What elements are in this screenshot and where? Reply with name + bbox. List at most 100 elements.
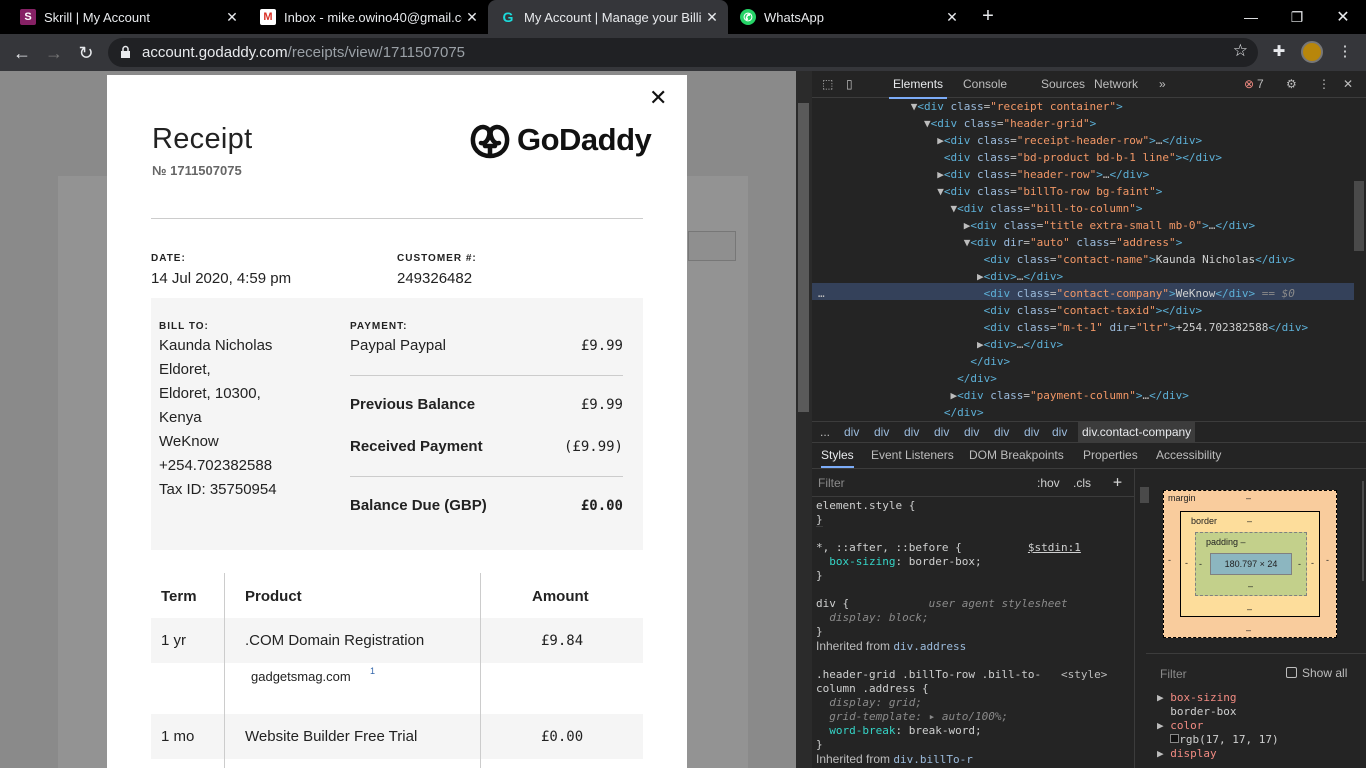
- close-window-icon[interactable]: ✕: [1320, 0, 1366, 34]
- whatsapp-icon: ✆: [740, 9, 756, 25]
- payment-method: Paypal Paypal: [350, 337, 446, 354]
- crumb-item[interactable]: div: [934, 425, 949, 439]
- tab-strip: S Skrill | My Account ✕ M Inbox - mike.o…: [0, 0, 1366, 34]
- url-host: account.godaddy.com: [142, 44, 288, 61]
- address-line: Eldoret,: [159, 361, 211, 378]
- hov-toggle[interactable]: :hov: [1037, 476, 1060, 490]
- crumb-item[interactable]: div: [1052, 425, 1067, 439]
- term-header: Term: [161, 588, 197, 605]
- styles-filter-input[interactable]: Filter: [818, 476, 845, 490]
- tab-network[interactable]: Network: [1094, 77, 1138, 91]
- tab-dom-breakpoints[interactable]: DOM Breakpoints: [969, 448, 1064, 462]
- tab-event-listeners[interactable]: Event Listeners: [871, 448, 954, 462]
- new-tab-icon[interactable]: +: [976, 5, 1000, 29]
- computed-prop: color: [1170, 719, 1204, 732]
- payment-amount: £9.99: [580, 338, 623, 354]
- new-rule-icon[interactable]: +: [1113, 473, 1122, 491]
- tab-title: My Account | Manage your Billing: [524, 9, 702, 25]
- elements-scrollbar-thumb[interactable]: [1354, 181, 1364, 251]
- page-viewport: ✕ Receipt № 1711507075 GoDaddy DATE: 14 …: [0, 71, 796, 768]
- cls-toggle[interactable]: .cls: [1073, 476, 1091, 490]
- crumb-selected[interactable]: div.contact-company: [1078, 422, 1196, 442]
- computed-properties[interactable]: ▶ box-sizing border-box ▶ color rgb(17, …: [1157, 691, 1279, 761]
- restore-icon[interactable]: ❐: [1274, 0, 1320, 34]
- tab-title: Skrill | My Account: [44, 9, 150, 25]
- crumb-item[interactable]: div: [994, 425, 1009, 439]
- crumb-item[interactable]: div: [904, 425, 919, 439]
- tab-styles[interactable]: Styles: [821, 448, 854, 468]
- minimize-icon[interactable]: —: [1228, 0, 1274, 34]
- margin-label: margin: [1168, 493, 1196, 503]
- styles-tabs: Styles Event Listeners DOM Breakpoints P…: [812, 443, 1366, 469]
- close-devtools-icon[interactable]: ✕: [1343, 77, 1353, 91]
- forward-icon[interactable]: →: [41, 40, 67, 66]
- show-all-checkbox[interactable]: [1286, 667, 1297, 678]
- style-rules[interactable]: element.style { } *, ::after, ::before {…: [816, 499, 1107, 767]
- godaddy-logo: GoDaddy: [469, 121, 652, 159]
- computed-filter-input[interactable]: Filter: [1160, 667, 1187, 681]
- close-icon[interactable]: ✕: [649, 85, 667, 111]
- divider: [1146, 653, 1366, 654]
- close-tab-icon[interactable]: ✕: [702, 9, 722, 26]
- footnote-marker[interactable]: 1: [370, 666, 375, 676]
- tab-properties[interactable]: Properties: [1083, 448, 1138, 462]
- dom-tree[interactable]: ▼<div class="receipt container"> ▼<div c…: [818, 98, 1308, 421]
- show-all-label: Show all: [1302, 666, 1348, 680]
- address-bar[interactable]: account.godaddy.com/receipts/view/171150…: [108, 38, 1258, 67]
- date-label: DATE:: [151, 253, 186, 264]
- tab-godaddy[interactable]: G My Account | Manage your Billing ✕: [488, 0, 728, 34]
- padding-value: -: [1298, 559, 1301, 569]
- tab-title: Inbox - mike.owino40@gmail.com: [284, 9, 462, 25]
- box-model-content: 180.797 × 24: [1210, 553, 1292, 575]
- avatar[interactable]: [1301, 41, 1323, 63]
- border-value: –: [1247, 604, 1253, 614]
- styles-scrollbar-thumb[interactable]: [1140, 487, 1149, 503]
- tab-skrill[interactable]: S Skrill | My Account ✕: [8, 0, 248, 34]
- tab-elements[interactable]: Elements: [888, 77, 948, 99]
- border-value: -: [1185, 558, 1188, 568]
- inspect-icon[interactable]: ⬚: [822, 77, 833, 91]
- close-tab-icon[interactable]: ✕: [942, 9, 962, 26]
- reload-icon[interactable]: ↻: [73, 40, 99, 66]
- tab-gmail[interactable]: M Inbox - mike.owino40@gmail.com ✕: [248, 0, 488, 34]
- tab-accessibility[interactable]: Accessibility: [1156, 448, 1221, 462]
- error-count[interactable]: 7: [1257, 77, 1264, 91]
- settings-gear-icon[interactable]: ⚙: [1286, 77, 1297, 91]
- computed-scrollbar[interactable]: [1362, 481, 1364, 581]
- product-cell: Website Builder Free Trial: [245, 728, 418, 745]
- computed-value: rgb(17, 17, 17): [1179, 733, 1279, 746]
- bookmark-star-icon[interactable]: ☆: [1233, 41, 1248, 61]
- extensions-icon[interactable]: ✚: [1268, 41, 1290, 63]
- more-options-icon[interactable]: ⋮: [1318, 77, 1330, 91]
- device-toggle-icon[interactable]: ▯: [846, 77, 853, 91]
- crumb-item[interactable]: div: [844, 425, 859, 439]
- crumb-item[interactable]: div: [1024, 425, 1039, 439]
- close-tab-icon[interactable]: ✕: [462, 9, 482, 26]
- scrollbar-thumb[interactable]: [798, 103, 809, 412]
- more-tabs-icon[interactable]: »: [1159, 77, 1166, 91]
- crumb-item[interactable]: div: [874, 425, 889, 439]
- godaddy-logo-icon: [470, 124, 510, 159]
- back-icon[interactable]: ←: [9, 40, 35, 66]
- amount-cell: £9.84: [541, 633, 584, 649]
- page-scrollbar[interactable]: [796, 71, 812, 768]
- lock-icon: [121, 45, 130, 58]
- color-swatch[interactable]: [1170, 734, 1180, 743]
- address-line: Kaunda Nicholas: [159, 337, 273, 354]
- devtools-tabs: ⬚ ▯ Elements Console Sources Network » ⊗…: [812, 71, 1366, 99]
- close-tab-icon[interactable]: ✕: [222, 9, 242, 26]
- computed-value: border-box: [1170, 705, 1237, 718]
- error-icon[interactable]: ⊗: [1244, 77, 1254, 91]
- menu-icon[interactable]: ⋮: [1334, 41, 1356, 63]
- pane-divider[interactable]: [1134, 469, 1135, 768]
- box-model-border: border – - - – padding – - - – 180.797 ×…: [1180, 511, 1320, 617]
- tab-console[interactable]: Console: [963, 77, 1007, 91]
- tab-whatsapp[interactable]: ✆ WhatsApp ✕: [728, 0, 968, 34]
- bill-section: BILL TO: Kaunda Nicholas Eldoret, Eldore…: [151, 298, 643, 550]
- crumb-item[interactable]: div: [964, 425, 979, 439]
- received-payment-label: Received Payment: [350, 438, 483, 455]
- crumb-item[interactable]: ...: [820, 425, 830, 439]
- tab-sources[interactable]: Sources: [1041, 77, 1085, 91]
- customer-value: 249326482: [397, 270, 473, 287]
- amount-header: Amount: [532, 588, 589, 605]
